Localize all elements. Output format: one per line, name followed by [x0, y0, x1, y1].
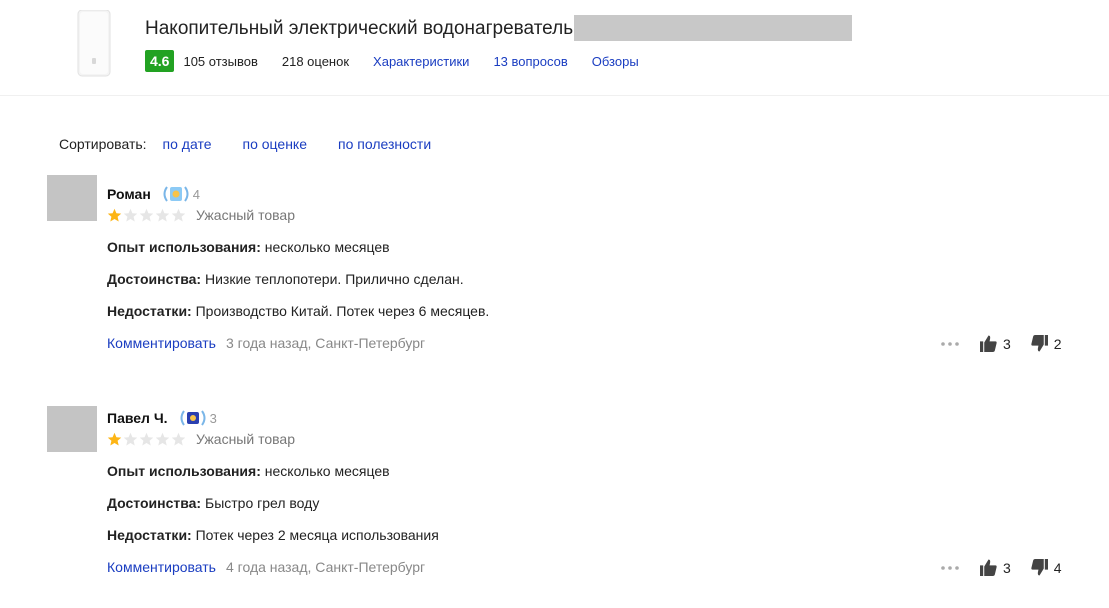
experience-field: Опыт использования: несколько месяцев — [107, 463, 390, 479]
verdict: Ужасный товар — [196, 207, 295, 223]
review-card: Павел Ч. 3 Ужасный товар Опыт использова… — [0, 224, 1109, 576]
experience-label: Опыт использования: — [107, 463, 261, 479]
star-icon — [107, 432, 122, 445]
review-card: Роман 4 Ужасный товар Опыт использования… — [0, 0, 1109, 352]
star-icon — [171, 208, 186, 221]
star-icon — [123, 208, 138, 221]
author-name[interactable]: Роман — [107, 186, 151, 202]
likes-count: 3 — [1003, 559, 1011, 576]
review-footer: Комментировать 4 года назад, Санкт-Петер… — [107, 559, 425, 575]
star-rating: Ужасный товар — [107, 207, 295, 223]
author-level: 4 — [192, 186, 201, 202]
cons-field: Недостатки: Потек через 2 месяца использ… — [107, 527, 439, 543]
pros-field: Достоинства: Быстро грел воду — [107, 495, 319, 511]
cons-value: Потек через 2 месяца использования — [195, 527, 439, 543]
author-row: Павел Ч. 3 — [107, 409, 217, 427]
thumbs-up-icon[interactable] — [980, 559, 997, 576]
author-row: Роман 4 — [107, 185, 200, 203]
date-city: 4 года назад, Санкт-Петербург — [225, 559, 426, 575]
cons-label: Недостатки: — [107, 527, 192, 543]
star-icon — [139, 432, 154, 445]
laurel-badge-icon — [180, 410, 206, 426]
star-icon — [123, 432, 138, 445]
star-rating: Ужасный товар — [107, 431, 295, 447]
dislikes-count: 4 — [1053, 559, 1062, 576]
stars — [107, 432, 187, 447]
stars — [107, 208, 187, 223]
comment-link[interactable]: Комментировать — [107, 559, 216, 575]
star-icon — [155, 208, 170, 221]
author-name[interactable]: Павел Ч. — [107, 410, 168, 426]
laurel-badge-icon — [163, 186, 189, 202]
thumbs-down-icon[interactable] — [1031, 559, 1048, 576]
star-icon — [171, 432, 186, 445]
star-icon — [155, 432, 170, 445]
more-options-icon[interactable] — [940, 565, 960, 571]
pros-label: Достоинства: — [107, 495, 202, 511]
review-actions: 3 4 — [940, 559, 1082, 576]
experience-value: несколько месяцев — [264, 463, 390, 479]
avatar[interactable] — [47, 175, 97, 221]
avatar[interactable] — [47, 406, 97, 452]
star-icon — [139, 208, 154, 221]
verdict: Ужасный товар — [196, 431, 295, 447]
author-level: 3 — [209, 410, 217, 426]
pros-value: Быстро грел воду — [205, 495, 320, 511]
star-icon — [107, 208, 122, 221]
